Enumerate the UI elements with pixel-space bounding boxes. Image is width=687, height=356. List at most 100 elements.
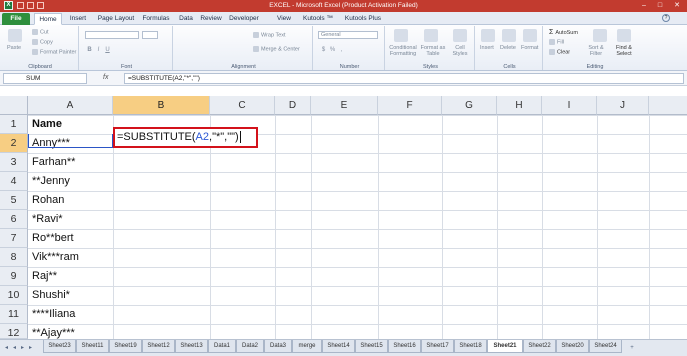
- delete-button[interactable]: Delete: [500, 45, 516, 51]
- row-header-3[interactable]: 3: [0, 153, 28, 172]
- row-header-2[interactable]: 2: [0, 134, 28, 153]
- formula-input[interactable]: =SUBSTITUTE(A2,"*",""): [124, 73, 684, 84]
- help-icon[interactable]: ?: [662, 14, 670, 22]
- column-header-i[interactable]: I: [542, 96, 597, 115]
- find-select-button[interactable]: Find & Select: [611, 45, 637, 57]
- row-header-7[interactable]: 7: [0, 229, 28, 248]
- last-sheet-button[interactable]: ▸: [27, 344, 34, 352]
- sort-filter-button[interactable]: Sort & Filter: [585, 45, 607, 57]
- column-header-k[interactable]: [649, 96, 687, 115]
- insert-button[interactable]: Insert: [480, 45, 494, 51]
- sheet-tab-sheet22[interactable]: Sheet22: [523, 340, 556, 353]
- column-header-b[interactable]: B: [113, 96, 210, 115]
- sheet-tab-sheet14[interactable]: Sheet14: [322, 340, 355, 353]
- cell-a5[interactable]: Rohan: [29, 191, 64, 210]
- copy-button[interactable]: Copy: [32, 39, 53, 45]
- clear-button[interactable]: Clear: [549, 49, 570, 55]
- percent-button[interactable]: %: [329, 47, 336, 54]
- tab-kutools[interactable]: Kutools ™: [300, 13, 336, 25]
- row-header-12[interactable]: 12: [0, 324, 28, 339]
- column-header-j[interactable]: J: [597, 96, 649, 115]
- minimize-button[interactable]: –: [637, 1, 651, 10]
- tab-home[interactable]: Home: [34, 13, 62, 25]
- comma-button[interactable]: ,: [338, 47, 345, 54]
- paste-button[interactable]: Paste: [7, 45, 21, 51]
- cell-a11[interactable]: ****Iliana: [29, 305, 75, 324]
- insert-sheet-icon[interactable]: +: [627, 344, 637, 352]
- column-header-e[interactable]: E: [311, 96, 378, 115]
- column-header-c[interactable]: C: [210, 96, 275, 115]
- font-size-combo[interactable]: [142, 31, 158, 39]
- next-sheet-button[interactable]: ▸: [19, 344, 26, 352]
- cell-styles-button[interactable]: Cell Styles: [449, 45, 471, 57]
- tab-page-layout[interactable]: Page Layout: [94, 13, 138, 25]
- row-header-4[interactable]: 4: [0, 172, 28, 191]
- insert-function-button[interactable]: fx: [103, 74, 108, 81]
- wrap-text-button[interactable]: Wrap Text: [253, 32, 286, 38]
- tab-file[interactable]: File: [2, 13, 30, 25]
- format-as-table-button[interactable]: Format as Table: [419, 45, 447, 57]
- row-header-5[interactable]: 5: [0, 191, 28, 210]
- sheet-tab-sheet13[interactable]: Sheet13: [175, 340, 208, 353]
- sheet-tab-sheet19[interactable]: Sheet19: [109, 340, 142, 353]
- number-format-combo[interactable]: General: [318, 31, 378, 39]
- column-header-f[interactable]: F: [378, 96, 442, 115]
- sheet-tab-sheet24[interactable]: Sheet24: [589, 340, 622, 353]
- sheet-tab-sheet20[interactable]: Sheet20: [556, 340, 589, 353]
- column-header-d[interactable]: D: [275, 96, 311, 115]
- tab-review[interactable]: Review: [198, 13, 224, 25]
- format-button[interactable]: Format: [521, 45, 538, 51]
- tab-developer[interactable]: Developer: [226, 13, 262, 25]
- autosum-button[interactable]: Σ AutoSum: [549, 29, 578, 36]
- cell-a6[interactable]: *Ravi*: [29, 210, 63, 229]
- sheet-tab-sheet11[interactable]: Sheet11: [76, 340, 109, 353]
- sheet-tab-sheet15[interactable]: Sheet15: [355, 340, 388, 353]
- cell-a10[interactable]: Shushi*: [29, 286, 70, 305]
- row-header-11[interactable]: 11: [0, 305, 28, 324]
- column-header-a[interactable]: A: [28, 96, 113, 115]
- close-button[interactable]: ✕: [670, 1, 684, 10]
- format-painter-button[interactable]: Format Painter: [32, 49, 76, 55]
- sheet-tab-sheet23[interactable]: Sheet23: [43, 340, 76, 353]
- tab-data[interactable]: Data: [176, 13, 196, 25]
- bold-button[interactable]: B: [86, 47, 93, 54]
- column-header-g[interactable]: G: [442, 96, 497, 115]
- cell-area[interactable]: [28, 115, 687, 339]
- currency-button[interactable]: $: [320, 47, 327, 54]
- tab-insert[interactable]: Insert: [66, 13, 90, 25]
- tab-view[interactable]: View: [274, 13, 294, 25]
- sheet-tab-merge[interactable]: merge: [292, 340, 322, 353]
- font-name-combo[interactable]: [85, 31, 139, 39]
- cut-button[interactable]: Cut: [32, 29, 49, 35]
- fill-button[interactable]: Fill: [549, 39, 564, 45]
- maximize-button[interactable]: □: [653, 1, 667, 10]
- row-header-10[interactable]: 10: [0, 286, 28, 305]
- sheet-tab-sheet21[interactable]: Sheet21: [487, 340, 523, 353]
- merge-center-button[interactable]: Merge & Center: [253, 46, 300, 52]
- row-header-1[interactable]: 1: [0, 115, 28, 134]
- conditional-formatting-button[interactable]: Conditional Formatting: [389, 45, 417, 57]
- cell-a7[interactable]: Ro**bert: [29, 229, 74, 248]
- select-all-corner[interactable]: [0, 96, 28, 115]
- cell-a4[interactable]: **Jenny: [29, 172, 70, 191]
- cell-a3[interactable]: Farhan**: [29, 153, 75, 172]
- first-sheet-button[interactable]: ◂: [3, 344, 10, 352]
- sheet-tab-data1[interactable]: Data1: [208, 340, 236, 353]
- cell-b2-editor[interactable]: =SUBSTITUTE(A2,"*",""): [113, 127, 258, 148]
- row-header-9[interactable]: 9: [0, 267, 28, 286]
- row-header-8[interactable]: 8: [0, 248, 28, 267]
- cell-a8[interactable]: Vik***ram: [29, 248, 79, 267]
- column-header-h[interactable]: H: [497, 96, 542, 115]
- sheet-tab-data3[interactable]: Data3: [264, 340, 292, 353]
- prev-sheet-button[interactable]: ◂: [11, 344, 18, 352]
- name-box[interactable]: SUM: [3, 73, 87, 84]
- tab-formulas[interactable]: Formulas: [140, 13, 172, 25]
- sheet-tab-sheet18[interactable]: Sheet18: [454, 340, 487, 353]
- underline-button[interactable]: U: [104, 47, 111, 54]
- sheet-tab-sheet16[interactable]: Sheet16: [388, 340, 421, 353]
- italic-button[interactable]: I: [95, 47, 102, 54]
- cell-a1[interactable]: Name: [29, 115, 62, 134]
- cell-a9[interactable]: Raj**: [29, 267, 57, 286]
- sheet-tab-sheet12[interactable]: Sheet12: [142, 340, 175, 353]
- row-header-6[interactable]: 6: [0, 210, 28, 229]
